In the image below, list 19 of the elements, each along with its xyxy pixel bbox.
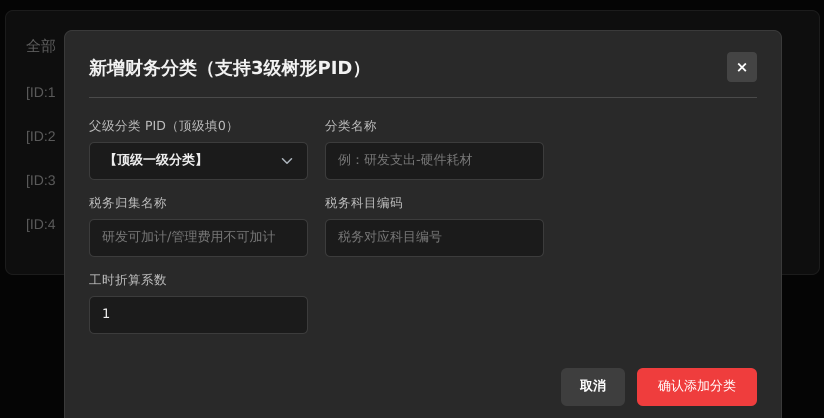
- input-field[interactable]: 税务对应科目编号: [325, 218, 544, 257]
- list-item-text: [ID:4: [26, 216, 56, 232]
- input-field[interactable]: 1: [89, 296, 308, 334]
- field-label: 父级分类 PID（顶级填0）: [89, 117, 240, 135]
- close-button[interactable]: ×: [727, 52, 757, 82]
- field-label: 税务归集名称: [89, 194, 168, 212]
- field-label: 分类名称: [325, 117, 378, 135]
- input-field[interactable]: 例：研发支出-硬件耗材: [325, 142, 544, 180]
- list-item-text: [ID:2: [26, 128, 56, 144]
- confirm-button[interactable]: 确认添加分类: [637, 368, 757, 406]
- section-title: 全部: [26, 36, 57, 57]
- field-label: 税务科目编码: [325, 194, 404, 212]
- modal-title: 新增财务分类（支持3级树形PID）: [89, 58, 370, 80]
- field-label: 工时折算系数: [89, 271, 168, 289]
- list-item-text: [ID:3: [26, 172, 56, 188]
- list-item-text: [ID:1: [26, 84, 56, 100]
- input-field[interactable]: 研发可加计/管理费用不可加计: [89, 218, 308, 257]
- cancel-button[interactable]: 取消: [561, 368, 625, 406]
- select-field[interactable]: 【顶级一级分类】: [89, 142, 308, 180]
